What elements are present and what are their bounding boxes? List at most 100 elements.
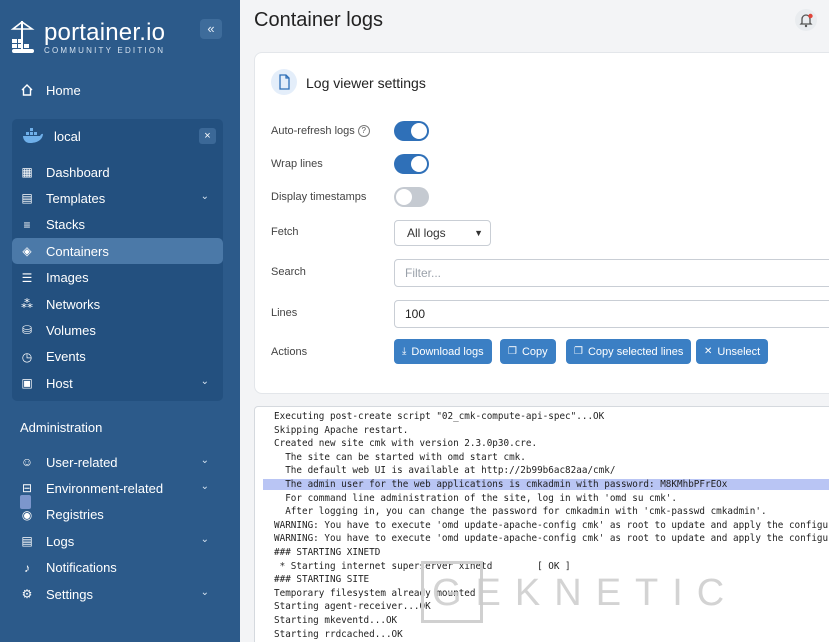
brand-name: portainer.io xyxy=(44,19,166,46)
file-icon xyxy=(271,69,297,95)
download-logs-button[interactable]: ⤓ Download logs xyxy=(394,339,492,364)
unselect-button[interactable]: ✕ Unselect xyxy=(696,339,769,364)
log-line[interactable]: WARNING: You have to execute 'omd update… xyxy=(274,533,829,544)
user-icon: ☺ xyxy=(20,455,34,469)
sidebar-item-label: Notifications xyxy=(46,560,117,576)
portainer-logo[interactable]: portainer.io COMMUNITY EDITION xyxy=(10,16,165,60)
copy-button[interactable]: ❐ Copy xyxy=(500,339,556,364)
chevron-down-icon: ⌄ xyxy=(200,455,209,466)
wrap-lines-label: Wrap lines xyxy=(271,158,323,170)
toggle-knob xyxy=(396,189,412,205)
log-line[interactable]: After logging in, you can change the pas… xyxy=(274,506,766,517)
gear-icon: ⚙ xyxy=(21,587,33,601)
sidebar-item-networks[interactable]: ⁂ Networks xyxy=(12,291,223,317)
grid-icon: ▦ xyxy=(21,165,33,179)
environment-name: local xyxy=(54,128,81,144)
log-line[interactable]: ### STARTING XINETD xyxy=(274,547,380,558)
sidebar-item-label: Volumes xyxy=(46,322,96,338)
sidebar-item-images[interactable]: ☰ Images xyxy=(12,265,223,291)
sidebar-item-label: Networks xyxy=(46,296,101,312)
fetch-select[interactable]: All logs ▼ xyxy=(394,220,491,246)
sidebar-item-logs[interactable]: ▤ Logs ⌄ xyxy=(12,528,223,554)
log-line[interactable]: Created new site cmk with version 2.3.0p… xyxy=(274,438,537,449)
sidebar-item-home[interactable]: Home xyxy=(12,77,223,103)
log-line[interactable]: Executing post-create script "02_cmk-com… xyxy=(274,411,604,422)
button-label: Copy xyxy=(521,345,548,358)
log-line[interactable]: Skipping Apache restart. xyxy=(274,425,408,436)
fetch-label: Fetch xyxy=(271,226,299,238)
lines-input[interactable]: 100 xyxy=(394,300,829,328)
log-line[interactable]: Starting mkeventd...OK xyxy=(274,615,397,626)
stack-icon: ≡ xyxy=(23,217,31,232)
clock-icon: ◷ xyxy=(21,349,33,364)
sidebar-item-user-related[interactable]: ☺ User-related ⌄ xyxy=(12,449,223,475)
log-line[interactable]: Starting agent-receiver...OK xyxy=(274,601,431,612)
sidebar-item-host[interactable]: ▣ Host ⌄ xyxy=(12,370,223,396)
sidebar-item-containers[interactable]: ◈ Containers xyxy=(12,238,223,265)
sidebar-item-label: Home xyxy=(46,82,81,98)
sidebar-item-settings[interactable]: ⚙ Settings ⌄ xyxy=(12,581,223,607)
sidebar-item-label: Dashboard xyxy=(46,164,110,180)
help-icon[interactable]: ? xyxy=(357,125,370,138)
wrap-lines-toggle[interactable] xyxy=(394,154,429,174)
administration-heading: Administration xyxy=(20,420,103,435)
button-label: Unselect xyxy=(717,345,761,358)
drive-icon: ⊟ xyxy=(21,481,33,496)
sidebar-item-label: Host xyxy=(46,375,73,391)
sidebar-item-dashboard[interactable]: ▦ Dashboard xyxy=(12,159,223,185)
display-timestamps-label: Display timestamps xyxy=(271,191,367,203)
auto-refresh-toggle[interactable] xyxy=(394,121,429,141)
sidebar-item-label: Settings xyxy=(46,586,93,602)
log-line[interactable]: The admin user for the web applications … xyxy=(263,479,829,490)
brand-edition: COMMUNITY EDITION xyxy=(44,46,166,55)
chevron-down-icon: ▼ xyxy=(474,228,483,238)
sidebar-item-label: Stacks xyxy=(46,217,86,233)
bell-icon: ♪ xyxy=(24,560,30,575)
chevron-down-icon: ⌄ xyxy=(200,191,209,203)
doc-icon: ▤ xyxy=(21,191,33,206)
sidebar-item-label: Logs xyxy=(46,533,75,549)
sidebar-item-label: Environment-related xyxy=(46,480,164,496)
log-line[interactable]: WARNING: You have to execute 'omd update… xyxy=(274,520,829,531)
toggle-knob xyxy=(411,156,427,172)
collapse-sidebar-button[interactable]: « xyxy=(200,19,222,39)
environment-header: local xyxy=(12,121,223,151)
lines-label: Lines xyxy=(271,307,298,319)
radio-icon: ◉ xyxy=(21,507,33,522)
log-line[interactable]: The site can be started with omd start c… xyxy=(274,452,526,463)
sidebar-item-notifications[interactable]: ♪ Notifications xyxy=(12,555,223,581)
log-line[interactable]: For command line administration of the s… xyxy=(274,493,677,504)
sidebar-item-environment-related[interactable]: ⊟ Environment-related ⌄ xyxy=(12,475,223,501)
button-label: Download logs xyxy=(411,345,484,358)
notifications-bell-button[interactable] xyxy=(795,9,817,31)
sidebar: portainer.io COMMUNITY EDITION « Home lo… xyxy=(0,0,240,642)
copy-icon: ❐ xyxy=(574,346,583,357)
chevron-down-icon: ⌄ xyxy=(200,587,209,598)
auto-refresh-label: Auto-refresh logs? xyxy=(271,125,370,138)
db-icon: ⛁ xyxy=(21,323,33,338)
home-icon xyxy=(21,84,33,96)
sidebar-item-stacks[interactable]: ≡ Stacks xyxy=(12,212,223,238)
sidebar-item-label: Images xyxy=(46,270,89,286)
sidebar-item-label: Events xyxy=(46,349,86,365)
search-label: Search xyxy=(271,266,306,278)
chevron-down-icon: ⌄ xyxy=(200,376,209,388)
watermark: GEKNETIC xyxy=(432,572,739,614)
log-line[interactable]: The default web UI is available at http:… xyxy=(274,465,615,476)
docker-icon xyxy=(23,128,43,143)
copy-selected-lines-button[interactable]: ❐ Copy selected lines xyxy=(566,339,692,364)
sidebar-item-events[interactable]: ◷ Events xyxy=(12,344,223,370)
log-line[interactable]: Starting rrdcached...OK xyxy=(274,629,403,640)
doc-icon: ▤ xyxy=(21,534,33,549)
sidebar-item-volumes[interactable]: ⛁ Volumes xyxy=(12,317,223,343)
sidebar-item-templates[interactable]: ▤ Templates ⌄ xyxy=(12,185,223,211)
log-line[interactable]: ### STARTING SITE xyxy=(274,574,369,585)
cube-icon: ◈ xyxy=(22,244,32,259)
close-environment-button[interactable]: × xyxy=(199,128,216,144)
actions-label: Actions xyxy=(271,346,308,358)
display-timestamps-toggle[interactable] xyxy=(394,187,429,207)
settings-title: Log viewer settings xyxy=(306,75,426,91)
search-input[interactable]: Filter... xyxy=(394,259,829,287)
sidebar-item-registries[interactable]: ◉ Registries xyxy=(12,502,223,528)
sidebar-item-label: Registries xyxy=(46,507,104,523)
